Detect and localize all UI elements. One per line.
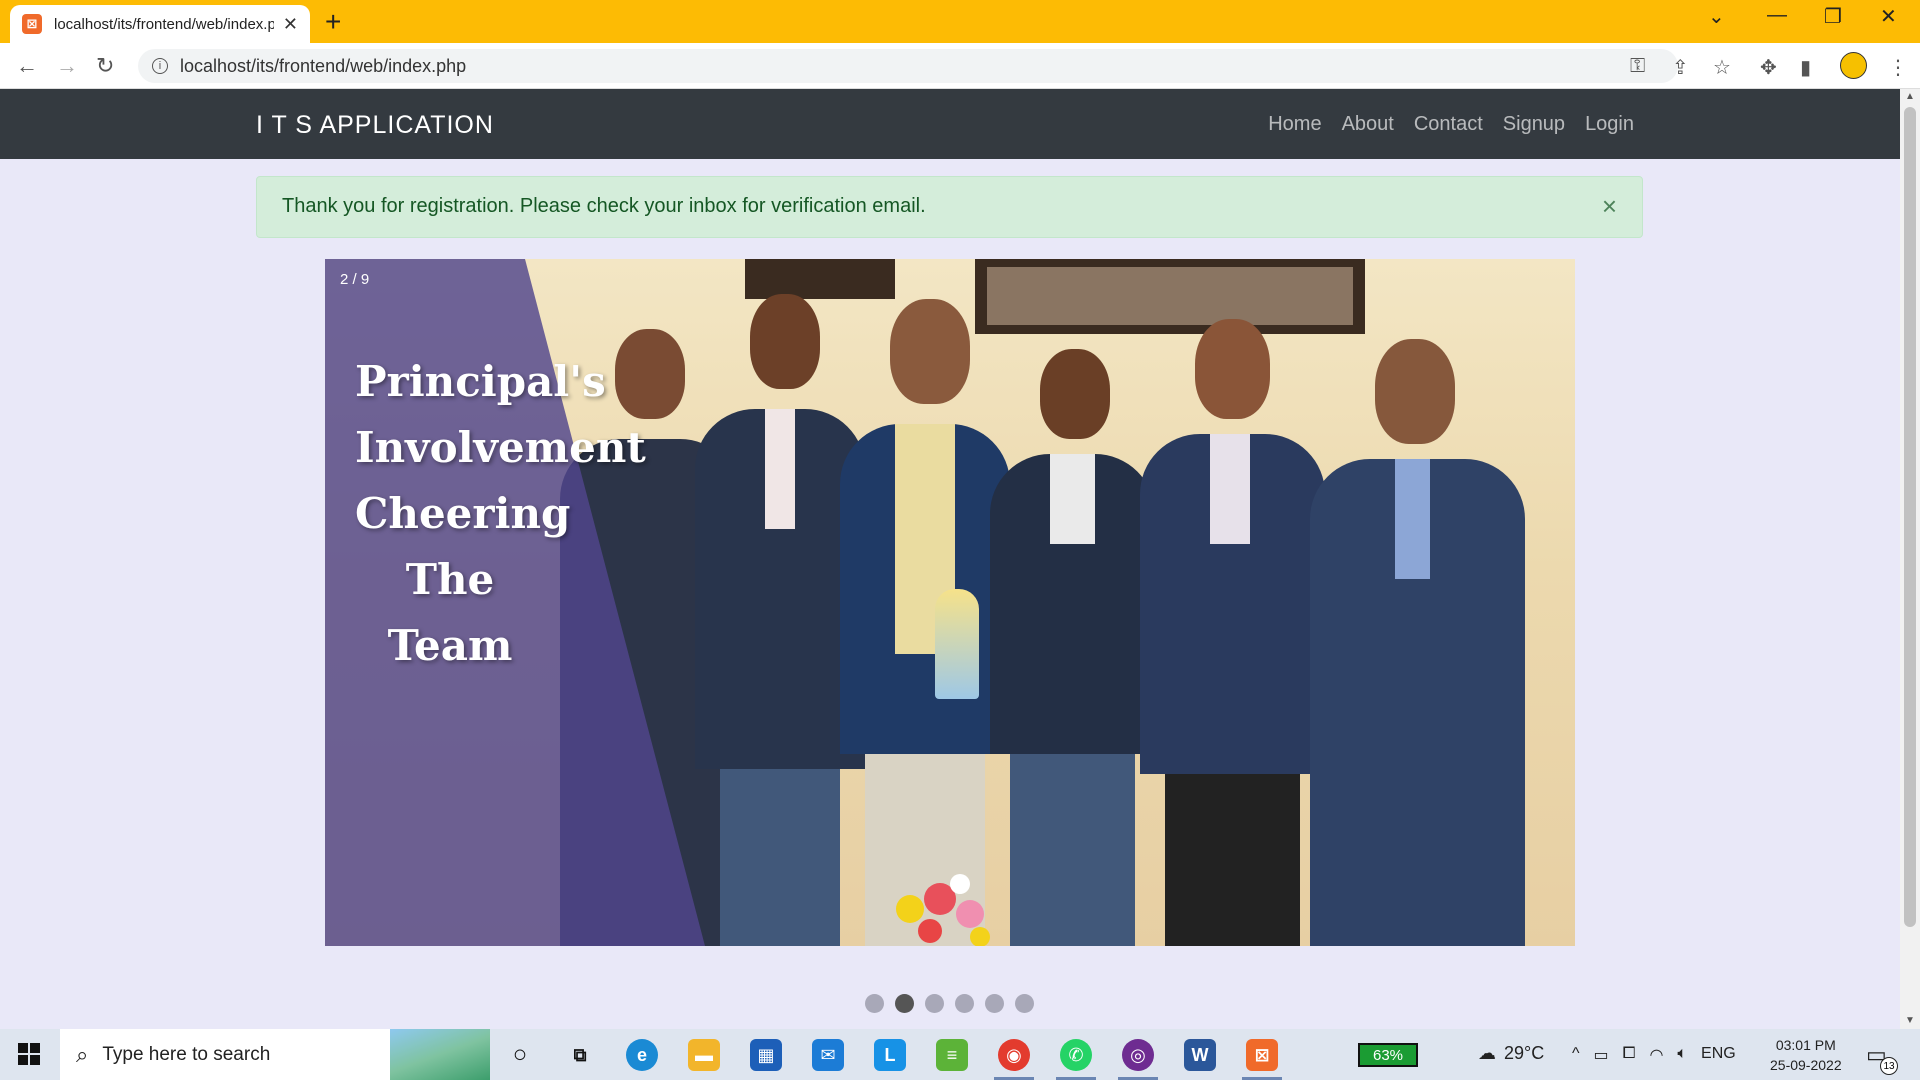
carousel-indicators xyxy=(865,994,1034,1013)
mail-icon[interactable]: ✉ xyxy=(812,1039,844,1071)
carousel-dot[interactable] xyxy=(955,994,974,1013)
trophy xyxy=(935,589,979,699)
search-placeholder[interactable]: Type here to search xyxy=(102,1044,270,1066)
temperature: 29°C xyxy=(1504,1043,1545,1063)
reload-icon[interactable]: ↻ xyxy=(96,53,114,79)
stack-app-icon[interactable]: ≡ xyxy=(936,1039,968,1071)
weather-widget[interactable]: ☁ 29°C xyxy=(1478,1043,1544,1064)
file-explorer-icon[interactable]: ▬ xyxy=(688,1039,720,1071)
image-carousel[interactable]: Principal's Involvement Cheering The Tea… xyxy=(325,259,1575,946)
battery-icon[interactable]: ▭ xyxy=(1594,1045,1609,1065)
scroll-thumb[interactable] xyxy=(1904,107,1916,927)
headline-line: Cheering xyxy=(355,489,571,538)
carousel-dot[interactable] xyxy=(985,994,1004,1013)
web-page: I T S APPLICATION Home About Contact Sig… xyxy=(0,89,1900,1029)
person-figure xyxy=(840,299,1010,946)
wall-frame-picture xyxy=(987,267,1353,325)
windows-start-icon[interactable] xyxy=(18,1043,40,1065)
search-highlight-image xyxy=(390,1029,490,1080)
word-icon[interactable]: W xyxy=(1184,1039,1216,1071)
language-indicator[interactable]: ENG xyxy=(1701,1045,1736,1065)
scroll-down-icon[interactable]: ▼ xyxy=(1905,1015,1915,1026)
site-info-icon[interactable]: i xyxy=(152,58,168,74)
wall-frame xyxy=(745,259,895,299)
notification-count-badge: 13 xyxy=(1880,1057,1898,1075)
profile-avatar[interactable] xyxy=(1840,52,1867,79)
carousel-dot[interactable] xyxy=(925,994,944,1013)
nav-signup[interactable]: Signup xyxy=(1503,113,1565,136)
bookmark-star-icon[interactable]: ☆ xyxy=(1713,55,1731,80)
site-brand[interactable]: I T S APPLICATION xyxy=(256,111,494,140)
whatsapp-icon[interactable]: ✆ xyxy=(1060,1039,1092,1071)
battery-indicator[interactable]: 63% xyxy=(1358,1043,1418,1067)
taskbar-clock[interactable]: 03:01 PM 25-09-2022 xyxy=(1770,1035,1842,1075)
github-desktop-icon[interactable]: ◎ xyxy=(1122,1039,1154,1071)
slide-counter: 2 / 9 xyxy=(340,271,370,288)
system-tray: ^ ▭ ⧠ ◠ 🔈︎ ENG xyxy=(1572,1045,1736,1065)
device-icon[interactable]: ⧠ xyxy=(1623,1045,1636,1065)
carousel-dot-active[interactable] xyxy=(895,994,914,1013)
nav-links: Home About Contact Signup Login xyxy=(1268,113,1634,136)
browser-tabstrip: ⊠ localhost/its/frontend/web/index.php ✕… xyxy=(0,0,1920,43)
cortana-icon[interactable]: ○ xyxy=(504,1039,536,1071)
browser-toolbar: ← → ↻ i localhost/its/frontend/web/index… xyxy=(0,43,1920,89)
nav-home[interactable]: Home xyxy=(1268,113,1321,136)
xampp-icon[interactable]: ⊠ xyxy=(1246,1039,1278,1071)
side-panel-icon[interactable]: ▮ xyxy=(1800,55,1811,80)
taskbar-search-box[interactable]: ⌕ Type here to search xyxy=(60,1029,490,1080)
battery-percent: 63% xyxy=(1360,1045,1416,1065)
edge-icon[interactable]: e xyxy=(626,1039,658,1071)
page-scrollbar[interactable]: ▲ ▼ xyxy=(1900,89,1920,1029)
person-figure xyxy=(1310,339,1525,946)
person-figure xyxy=(1140,319,1325,946)
flower-bouquet xyxy=(896,874,990,946)
site-navbar: I T S APPLICATION Home About Contact Sig… xyxy=(0,89,1900,159)
nav-about[interactable]: About xyxy=(1342,113,1394,136)
cloud-rain-icon: ☁ xyxy=(1478,1043,1496,1063)
restore-button[interactable]: ❐ xyxy=(1824,4,1842,29)
url-text[interactable]: localhost/its/frontend/web/index.php xyxy=(180,56,466,77)
minimize-button[interactable]: — xyxy=(1767,4,1787,27)
carousel-dot[interactable] xyxy=(865,994,884,1013)
alert-message: Thank you for registration. Please check… xyxy=(282,195,926,217)
clock-date: 25-09-2022 xyxy=(1770,1057,1842,1073)
clock-time: 03:01 PM xyxy=(1775,1037,1836,1053)
carousel-headline: Principal's Involvement Cheering The Tea… xyxy=(355,349,646,679)
close-window-button[interactable]: ✕ xyxy=(1880,4,1897,29)
person-figure xyxy=(990,349,1155,946)
headline-line: Principal's xyxy=(355,357,606,406)
new-tab-button[interactable]: + xyxy=(325,6,341,38)
menu-kebab-icon[interactable]: ⋮ xyxy=(1888,55,1908,80)
back-arrow-icon[interactable]: ← xyxy=(16,53,38,79)
forward-arrow-icon[interactable]: → xyxy=(56,53,78,79)
extensions-puzzle-icon[interactable]: ✥ xyxy=(1760,55,1777,80)
browser-tab[interactable]: ⊠ localhost/its/frontend/web/index.php ✕ xyxy=(10,5,310,43)
microsoft-store-icon[interactable]: ▦ xyxy=(750,1039,782,1071)
wifi-icon[interactable]: ◠ xyxy=(1649,1045,1663,1065)
l-app-icon[interactable]: L xyxy=(874,1039,906,1071)
tab-close-icon[interactable]: ✕ xyxy=(283,14,298,35)
success-alert: Thank you for registration. Please check… xyxy=(256,176,1643,238)
key-icon[interactable]: ⚿ xyxy=(1630,55,1645,78)
tab-search-icon[interactable]: ⌄ xyxy=(1708,4,1725,29)
scroll-up-icon[interactable]: ▲ xyxy=(1905,91,1915,102)
chrome-icon[interactable]: ◉ xyxy=(998,1039,1030,1071)
xampp-favicon-icon: ⊠ xyxy=(22,14,42,34)
address-bar[interactable]: i localhost/its/frontend/web/index.php xyxy=(138,49,1678,83)
task-view-icon[interactable]: ⧉ xyxy=(564,1039,596,1071)
windows-taskbar: ⌕ Type here to search ○ ⧉ e ▬ ▦ ✉ L ≡ ◉ … xyxy=(0,1029,1920,1080)
tab-title: localhost/its/frontend/web/index.php xyxy=(54,15,274,33)
headline-line: The Team xyxy=(387,555,513,670)
carousel-dot[interactable] xyxy=(1015,994,1034,1013)
share-icon[interactable]: ⇪ xyxy=(1672,55,1689,80)
alert-close-icon[interactable]: × xyxy=(1602,191,1617,222)
volume-icon[interactable]: 🔈︎ xyxy=(1677,1045,1687,1065)
search-icon: ⌕ xyxy=(76,1041,89,1067)
nav-login[interactable]: Login xyxy=(1585,113,1634,136)
headline-line: Involvement xyxy=(355,423,646,472)
chevron-up-icon[interactable]: ^ xyxy=(1572,1045,1580,1065)
nav-contact[interactable]: Contact xyxy=(1414,113,1483,136)
